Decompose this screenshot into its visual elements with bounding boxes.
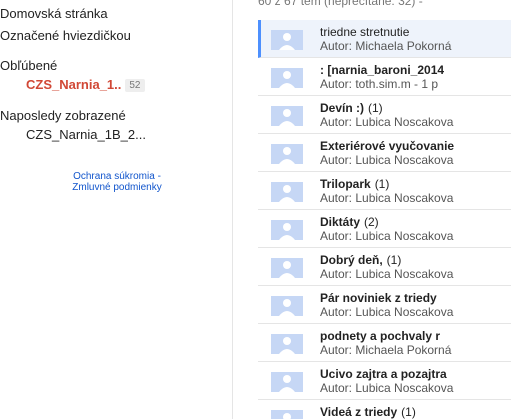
topic-author: Autor: Lubica Noscakova: [320, 153, 454, 167]
topic-count-header: 60 z 67 tém (neprečítané: 32) -: [258, 0, 423, 8]
footer-links: Ochrana súkromia - Zmluvné podmienky: [32, 171, 202, 193]
topic-post-count: (1): [401, 405, 416, 419]
topic-row[interactable]: Dobrý deň, (1) Autor: Lubica Noscakova: [258, 248, 511, 286]
topic-row[interactable]: Devín :) (1) Autor: Lubica Noscakova: [258, 96, 511, 134]
topic-title: Devín :) (1): [320, 101, 383, 115]
topic-title: Trilopark (1): [320, 177, 389, 191]
topic-author: Autor: Lubica Noscakova: [320, 229, 454, 243]
avatar-icon: [271, 220, 303, 240]
topic-title-text: podnety a pochvaly r: [320, 329, 441, 343]
avatar-icon: [271, 410, 303, 419]
topic-author: Autor: Lubica Noscakova: [320, 305, 454, 319]
topic-list: 60 z 67 tém (neprečítané: 32) - triedne …: [258, 0, 511, 419]
topic-author: Autor: Lubica Noscakova: [320, 191, 454, 205]
topic-title: Ucivo zajtra a pozajtra: [320, 367, 447, 381]
topic-row[interactable]: Diktáty (2) Autor: Lubica Noscakova: [258, 210, 511, 248]
topic-row[interactable]: Ucivo zajtra a pozajtra Autor: Lubica Nos…: [258, 362, 511, 400]
topic-title: : [narnia_baroni_2014: [320, 63, 444, 77]
sidebar: Domovská stránka Označené hviezdičkou Ob…: [0, 0, 232, 419]
topic-title: triedne stretnutie: [320, 25, 409, 39]
topic-title-text: Trilopark: [320, 177, 371, 191]
topic-title: Dobrý deň, (1): [320, 253, 401, 267]
topic-title: podnety a pochvaly r: [320, 329, 440, 343]
avatar-icon: [271, 68, 303, 88]
topic-title-text: Videá z triedy: [320, 405, 398, 419]
topic-row[interactable]: Pár noviniek z triedy Autor: Lubica Nosca…: [258, 286, 511, 324]
avatar-icon: [271, 372, 303, 392]
topic-author: Autor: Lubica Noscakova: [320, 267, 454, 281]
sidebar-item-starred[interactable]: Označené hviezdičkou: [0, 28, 131, 43]
avatar-icon: [271, 106, 303, 126]
topic-row[interactable]: Exteriérové vyučovanie Autor: Lubica Nosc…: [258, 134, 511, 172]
avatar-icon: [271, 296, 303, 316]
favorites-heading: Obľúbené: [0, 58, 58, 73]
topic-title: Diktáty (2): [320, 215, 379, 229]
topic-author: Autor: Michaela Pokorná: [320, 343, 452, 357]
topic-title-text: Dobrý deň,: [320, 253, 383, 267]
recent-heading: Naposledy zobrazené: [0, 108, 126, 123]
topic-title-text: triedne stretnutie: [320, 25, 410, 39]
topic-title-text: Devín :): [320, 101, 365, 115]
topic-title-text: Exteriérové vyučovanie: [320, 139, 455, 153]
topic-author: Autor: Lubica Noscakova: [320, 381, 454, 395]
topic-author: Autor: Michaela Pokorná: [320, 39, 452, 53]
avatar-icon: [271, 334, 303, 354]
avatar-icon: [271, 258, 303, 278]
terms-link[interactable]: Zmluvné podmienky: [32, 182, 202, 193]
topic-post-count: (1): [374, 177, 390, 191]
topic-author: Autor: Lubica Noscakova: [320, 115, 454, 129]
topic-row[interactable]: : [narnia_baroni_2014 Autor: toth.sim.m -…: [258, 58, 511, 96]
avatar-icon: [271, 144, 303, 164]
topic-title-text: Ucivo zajtra a pozajtra: [320, 367, 447, 381]
topic-post-count: (1): [368, 101, 383, 115]
topic-author: Autor: toth.sim.m - 1 p: [320, 77, 439, 91]
privacy-link[interactable]: Ochrana súkromia -: [32, 171, 202, 182]
favorite-group-link[interactable]: CZS_Narnia_1.. 52: [26, 77, 145, 92]
topic-post-count: (1): [386, 253, 402, 267]
sidebar-item-home[interactable]: Domovská stránka: [0, 6, 108, 21]
topic-title-text: Diktáty: [320, 215, 361, 229]
topic-title: Videá z triedy (1): [320, 405, 416, 419]
topic-title-text: Pár noviniek z triedy: [320, 291, 437, 305]
topic-title: Exteriérové vyučovanie: [320, 139, 454, 153]
avatar-icon: [271, 182, 303, 202]
sidebar-divider: [232, 0, 233, 419]
topic-title-text: : [narnia_baroni_2014: [320, 63, 445, 77]
topic-row[interactable]: triedne stretnutie Autor: Michaela Pokorn…: [258, 20, 511, 58]
avatar-icon: [271, 30, 303, 50]
topic-row[interactable]: Trilopark (1) Autor: Lubica Noscakova: [258, 172, 511, 210]
unread-count-badge: 52: [125, 79, 145, 92]
favorite-group-label: CZS_Narnia_1..: [26, 77, 122, 92]
topic-post-count: (2): [364, 215, 379, 229]
topic-row[interactable]: Videá z triedy (1): [258, 400, 511, 419]
topic-title: Pár noviniek z triedy: [320, 291, 437, 305]
recent-group-link[interactable]: CZS_Narnia_1B_2...: [26, 127, 146, 142]
topic-row[interactable]: podnety a pochvaly r Autor: Michaela Poko…: [258, 324, 511, 362]
